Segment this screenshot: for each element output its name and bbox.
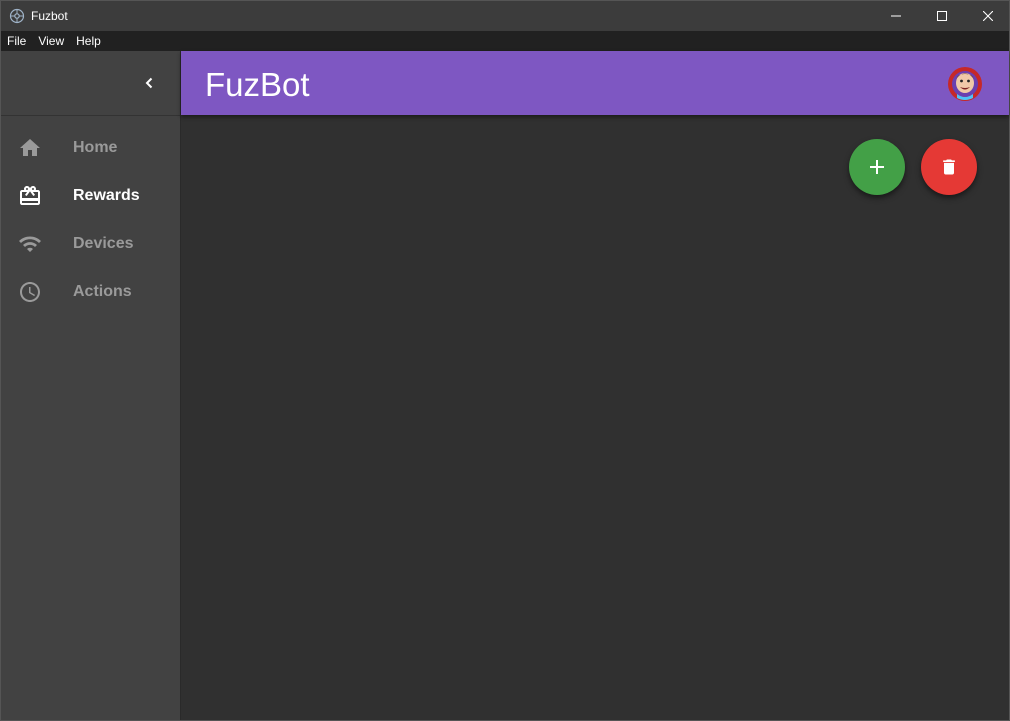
add-reward-button[interactable]	[849, 139, 905, 195]
sidebar-nav: Home Rewards Devices Actions	[1, 124, 180, 316]
user-avatar-icon	[945, 64, 985, 104]
page-title: FuzBot	[205, 66, 310, 103]
menu-bar: File View Help	[1, 31, 1009, 51]
collapse-sidebar-button[interactable]	[137, 71, 161, 95]
rewards-icon	[20, 186, 40, 205]
trash-icon	[943, 159, 955, 175]
sidebar-item-devices[interactable]: Devices	[1, 220, 180, 268]
app-bar: FuzBot	[181, 51, 1009, 115]
menu-help[interactable]: Help	[70, 31, 107, 51]
minimize-icon	[891, 15, 901, 17]
minimize-button[interactable]	[873, 1, 919, 31]
sidebar-item-label: Devices	[73, 235, 134, 252]
title-bar[interactable]: Fuzbot	[1, 1, 1009, 31]
app-window: Fuzbot File View Help Home Rewards Devic…	[0, 0, 1010, 721]
sidebar: Home Rewards Devices Actions	[1, 51, 181, 720]
maximize-button[interactable]	[919, 1, 965, 31]
sidebar-item-label: Rewards	[73, 187, 140, 204]
plus-icon	[870, 160, 884, 174]
menu-file[interactable]: File	[1, 31, 32, 51]
maximize-icon	[937, 11, 947, 21]
close-button[interactable]	[965, 1, 1010, 31]
chevron-left-icon	[145, 77, 153, 89]
sidebar-item-rewards[interactable]: Rewards	[1, 172, 180, 220]
home-icon	[20, 139, 40, 156]
sidebar-item-label: Actions	[73, 283, 132, 300]
app-logo-icon	[9, 8, 25, 24]
sidebar-item-label: Home	[73, 139, 118, 156]
wifi-icon	[19, 236, 41, 252]
window-title: Fuzbot	[31, 9, 68, 23]
delete-reward-button[interactable]	[921, 139, 977, 195]
sidebar-header	[1, 51, 180, 116]
menu-view[interactable]: View	[32, 31, 70, 51]
sidebar-item-home[interactable]: Home	[1, 124, 180, 172]
avatar[interactable]	[945, 64, 985, 104]
sidebar-item-actions[interactable]: Actions	[1, 268, 180, 316]
clock-icon	[20, 282, 40, 302]
close-icon	[983, 11, 993, 21]
